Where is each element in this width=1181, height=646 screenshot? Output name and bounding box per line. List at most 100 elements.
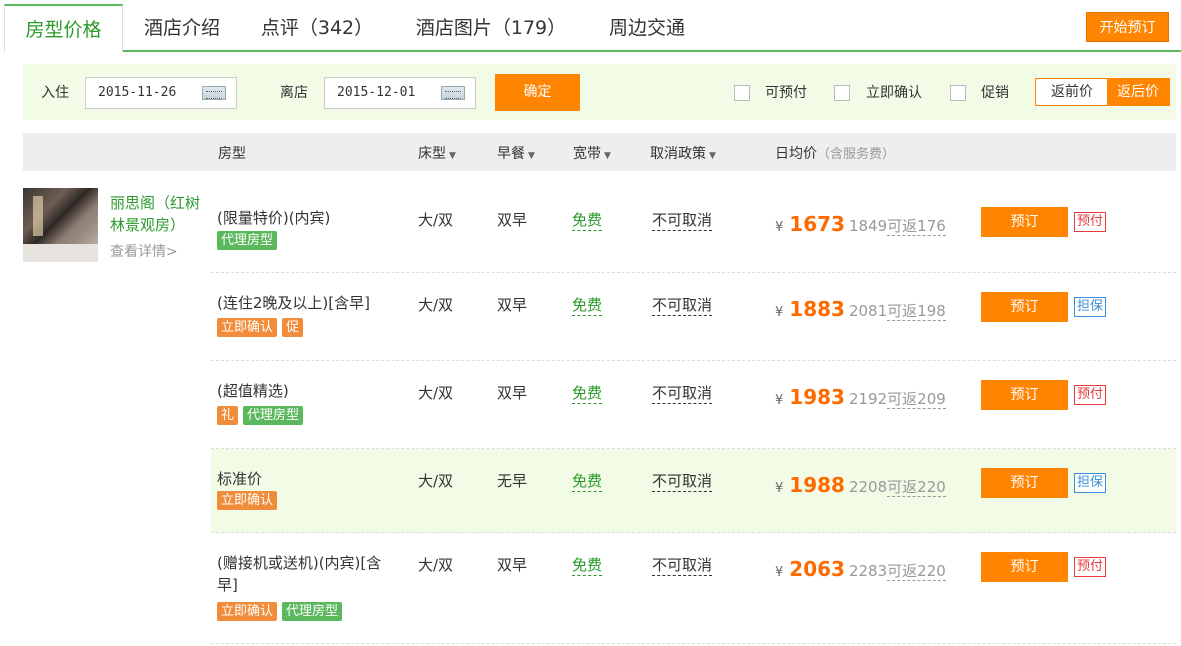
price-info: ¥1983 2192可返209	[775, 385, 946, 409]
breakfast: 无早	[497, 472, 528, 490]
prepay-badge: 预付	[1074, 212, 1107, 232]
bed-type: 大/双	[418, 296, 454, 314]
book-button[interactable]: 预订	[981, 380, 1068, 410]
price-before-cashback-option[interactable]: 返前价	[1036, 79, 1108, 105]
avg-price: 2063	[789, 557, 845, 581]
table-row: (超值精选) 礼代理房型 大/双 双早 免费 不可取消 ¥1983 2192可返2…	[211, 361, 1176, 449]
tab-hotel-intro[interactable]: 酒店介绍	[141, 4, 223, 52]
table-row: 标准价 立即确认 大/双 无早 免费 不可取消 ¥1988 2208可返220 预…	[211, 449, 1176, 533]
confirm-button[interactable]: 确定	[495, 74, 580, 111]
checkin-date-input[interactable]: 2015-11-26	[85, 77, 237, 109]
bed-type: 大/双	[418, 211, 454, 229]
book-button[interactable]: 预订	[981, 207, 1068, 237]
cancel-policy[interactable]: 不可取消	[652, 382, 713, 404]
prepay-badge: 预付	[1074, 385, 1107, 405]
breakfast: 双早	[497, 384, 528, 402]
currency-symbol: ¥	[775, 481, 784, 496]
checkout-date-input[interactable]: 2015-12-01	[324, 77, 476, 109]
cashback[interactable]: 可返209	[887, 390, 946, 409]
cashback[interactable]: 可返220	[887, 478, 946, 497]
tab-label: 酒店介绍	[143, 17, 220, 39]
tab-label: 点评	[260, 17, 299, 39]
view-details-link[interactable]: 查看详情>	[110, 241, 178, 261]
cashback-label: 可返	[887, 217, 918, 235]
tag-instant-confirm: 立即确认	[217, 491, 278, 510]
promotion-label: 促销	[981, 85, 1009, 101]
tag-agent-room: 代理房型	[217, 231, 278, 250]
tab-label: 房型价格	[25, 19, 102, 41]
book-button[interactable]: 预订	[981, 468, 1068, 498]
broadband-free[interactable]: 免费	[572, 294, 603, 316]
photo-count: 179	[510, 17, 548, 39]
rate-name: 标准价	[217, 470, 263, 488]
col-broadband[interactable]: 宽带 ▼	[573, 143, 611, 163]
cancel-policy[interactable]: 不可取消	[652, 470, 713, 492]
tab-room-prices[interactable]: 房型价格	[4, 4, 123, 52]
price-mode-toggle: 返前价 返后价	[1035, 78, 1170, 106]
cancel-policy[interactable]: 不可取消	[652, 294, 713, 316]
guarantee-badge: 担保	[1074, 297, 1107, 317]
caret-down-icon: ▼	[604, 151, 611, 161]
broadband-free[interactable]: 免费	[572, 382, 603, 404]
book-button[interactable]: 预订	[981, 292, 1068, 322]
rate-tags: 立即确认	[217, 491, 282, 510]
checkout-label: 离店	[280, 85, 308, 101]
original-price: 2192	[848, 390, 888, 408]
cashback[interactable]: 可返220	[887, 562, 946, 581]
cashback[interactable]: 可返198	[887, 302, 946, 321]
tag-promotion: 促	[282, 318, 304, 337]
col-label: 取消政策	[650, 146, 706, 162]
room-name-link[interactable]: 丽思阁（红树林景观房）	[110, 192, 210, 236]
prepay-option-label: 可预付	[765, 85, 807, 101]
tab-reviews[interactable]: 点评（342）	[258, 4, 376, 52]
calendar-icon[interactable]	[441, 86, 465, 100]
cashback[interactable]: 可返176	[887, 217, 946, 236]
bed-type: 大/双	[418, 556, 454, 574]
cancel-policy[interactable]: 不可取消	[652, 209, 713, 231]
bed-type: 大/双	[418, 472, 454, 490]
col-label: 宽带	[573, 146, 601, 162]
start-booking-button[interactable]: 开始预订	[1086, 12, 1169, 42]
col-label: 床型	[418, 146, 446, 162]
price-info: ¥1673 1849可返176	[775, 212, 946, 236]
cashback-amount: 220	[917, 562, 946, 580]
instant-confirm-checkbox[interactable]	[834, 85, 850, 101]
caret-down-icon: ▼	[449, 151, 456, 161]
col-room-type: 房型	[218, 146, 246, 162]
broadband-free[interactable]: 免费	[572, 209, 603, 231]
rate-tags: 立即确认促	[217, 318, 308, 337]
col-avg-price: 日均价（含服务费）	[775, 143, 895, 163]
prepay-badge: 预付	[1074, 557, 1107, 577]
rate-name: (赠接机或送机)(内宾)[含早]	[217, 554, 382, 594]
breakfast: 双早	[497, 296, 528, 314]
tab-count: （179）	[491, 17, 567, 39]
review-count: 342	[317, 17, 355, 39]
price-info: ¥1988 2208可返220	[775, 473, 946, 497]
book-button[interactable]: 预订	[981, 552, 1068, 582]
tag-instant-confirm: 立即确认	[217, 318, 278, 337]
original-price: 2081	[848, 302, 888, 320]
tab-transport[interactable]: 周边交通	[602, 4, 692, 52]
cashback-label: 可返	[887, 302, 918, 320]
checkin-date-value: 2015-11-26	[98, 85, 177, 100]
calendar-icon[interactable]	[202, 86, 226, 100]
col-cancel-policy[interactable]: 取消政策 ▼	[650, 143, 716, 163]
rate-name: (连住2晚及以上)[含早]	[217, 294, 370, 312]
prepay-checkbox[interactable]	[734, 85, 750, 101]
cancel-policy[interactable]: 不可取消	[652, 554, 713, 576]
promotion-checkbox[interactable]	[950, 85, 966, 101]
broadband-free[interactable]: 免费	[572, 470, 603, 492]
room-photo[interactable]	[23, 188, 98, 262]
price-after-cashback-option[interactable]: 返后价	[1107, 79, 1169, 105]
broadband-free[interactable]: 免费	[572, 554, 603, 576]
avg-price: 1673	[789, 212, 845, 236]
avg-price: 1988	[789, 473, 845, 497]
col-bed-type[interactable]: 床型 ▼	[418, 143, 456, 163]
tag-agent-room: 代理房型	[243, 406, 304, 425]
col-label: 日均价	[775, 146, 817, 162]
col-breakfast[interactable]: 早餐 ▼	[497, 143, 535, 163]
table-row: (限量特价)(内宾) 代理房型 大/双 双早 免费 不可取消 ¥1673 1849…	[211, 172, 1176, 273]
tab-hotel-photos[interactable]: 酒店图片（179）	[411, 4, 571, 52]
original-price: 2283	[848, 562, 888, 580]
breakfast: 双早	[497, 556, 528, 574]
